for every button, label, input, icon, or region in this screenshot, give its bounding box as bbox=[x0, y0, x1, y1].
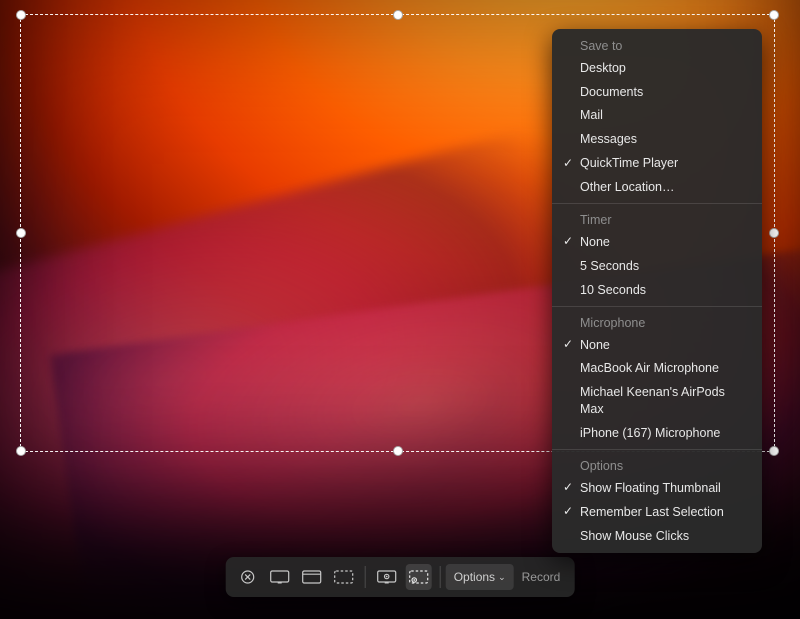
menu-item[interactable]: Other Location… bbox=[552, 176, 762, 200]
menu-item-label: Michael Keenan's AirPods Max bbox=[580, 385, 725, 416]
menu-item[interactable]: ✓ QuickTime Player bbox=[552, 152, 762, 176]
capture-window-button[interactable] bbox=[299, 564, 325, 590]
menu-header-save-to: Save to bbox=[552, 34, 762, 56]
resize-handle-nw[interactable] bbox=[16, 10, 26, 20]
resize-handle-sw[interactable] bbox=[16, 446, 26, 456]
menu-item[interactable]: Mail bbox=[552, 104, 762, 128]
close-button[interactable] bbox=[235, 564, 261, 590]
record-label: Record bbox=[522, 570, 561, 584]
menu-item-label: Messages bbox=[580, 132, 637, 146]
menu-item-label: QuickTime Player bbox=[580, 156, 678, 170]
menu-item-label: Remember Last Selection bbox=[580, 505, 724, 519]
toolbar-divider bbox=[440, 566, 441, 588]
menu-item[interactable]: ✓ Show Floating Thumbnail bbox=[552, 476, 762, 500]
menu-item-label: 10 Seconds bbox=[580, 283, 646, 297]
menu-item[interactable]: MacBook Air Microphone bbox=[552, 357, 762, 381]
record-selection-icon bbox=[409, 570, 429, 584]
capture-entire-screen-button[interactable] bbox=[267, 564, 293, 590]
menu-item[interactable]: 5 Seconds bbox=[552, 254, 762, 278]
toolbar-divider bbox=[365, 566, 366, 588]
menu-item[interactable]: ✓ None bbox=[552, 333, 762, 357]
menu-item[interactable]: 10 Seconds bbox=[552, 278, 762, 302]
menu-item-label: Other Location… bbox=[580, 180, 675, 194]
menu-item[interactable]: ✓ Remember Last Selection bbox=[552, 500, 762, 524]
resize-handle-e[interactable] bbox=[769, 228, 779, 238]
record-button[interactable]: Record bbox=[514, 564, 569, 590]
checkmark-icon: ✓ bbox=[563, 479, 573, 495]
menu-item[interactable]: Show Mouse Clicks bbox=[552, 524, 762, 548]
screen-icon bbox=[270, 570, 290, 584]
menu-item[interactable]: Michael Keenan's AirPods Max bbox=[552, 381, 762, 422]
menu-item-label: None bbox=[580, 235, 610, 249]
menu-item[interactable]: Desktop bbox=[552, 56, 762, 80]
menu-item[interactable]: Documents bbox=[552, 80, 762, 104]
menu-item[interactable]: iPhone (167) Microphone bbox=[552, 422, 762, 446]
options-label: Options bbox=[454, 570, 495, 584]
close-icon bbox=[241, 570, 255, 584]
window-icon bbox=[302, 570, 322, 584]
menu-item-label: Show Floating Thumbnail bbox=[580, 481, 721, 495]
menu-item[interactable]: Messages bbox=[552, 128, 762, 152]
menu-item-label: Show Mouse Clicks bbox=[580, 529, 689, 543]
menu-header-timer: Timer bbox=[552, 208, 762, 230]
menu-item-label: 5 Seconds bbox=[580, 259, 639, 273]
menu-item-label: iPhone (167) Microphone bbox=[580, 426, 720, 440]
options-button[interactable]: Options ⌄ bbox=[446, 564, 514, 590]
desktop-wallpaper: Options ⌄ Record Save to Desktop Document… bbox=[0, 0, 800, 619]
resize-handle-s[interactable] bbox=[393, 446, 403, 456]
selection-icon bbox=[334, 570, 354, 584]
resize-handle-ne[interactable] bbox=[769, 10, 779, 20]
menu-header-microphone: Microphone bbox=[552, 311, 762, 333]
menu-header-options: Options bbox=[552, 454, 762, 476]
resize-handle-n[interactable] bbox=[393, 10, 403, 20]
record-entire-screen-button[interactable] bbox=[374, 564, 400, 590]
record-selection-button[interactable] bbox=[406, 564, 432, 590]
menu-item-label: Documents bbox=[580, 85, 643, 99]
checkmark-icon: ✓ bbox=[563, 503, 573, 519]
chevron-down-icon: ⌄ bbox=[498, 572, 506, 583]
menu-separator bbox=[552, 449, 762, 450]
menu-item[interactable]: ✓ None bbox=[552, 230, 762, 254]
checkmark-icon: ✓ bbox=[563, 155, 573, 171]
record-screen-icon bbox=[377, 570, 397, 584]
resize-handle-se[interactable] bbox=[769, 446, 779, 456]
menu-item-label: Mail bbox=[580, 108, 603, 122]
menu-separator bbox=[552, 203, 762, 204]
checkmark-icon: ✓ bbox=[563, 233, 573, 249]
resize-handle-w[interactable] bbox=[16, 228, 26, 238]
capture-selection-button[interactable] bbox=[331, 564, 357, 590]
menu-item-label: MacBook Air Microphone bbox=[580, 361, 719, 375]
menu-item-label: Desktop bbox=[580, 61, 626, 75]
checkmark-icon: ✓ bbox=[563, 336, 573, 352]
options-menu: Save to Desktop Documents Mail Messages ✓ Qui… bbox=[552, 29, 762, 553]
menu-item-label: None bbox=[580, 338, 610, 352]
menu-separator bbox=[552, 306, 762, 307]
screenshot-toolbar: Options ⌄ Record bbox=[226, 557, 575, 597]
